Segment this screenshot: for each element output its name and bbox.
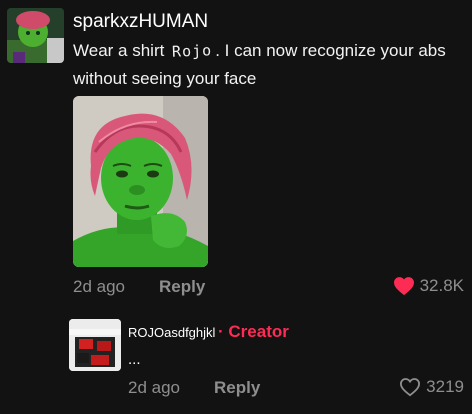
heart-filled-icon [393, 277, 414, 296]
like-count: 32.8K [419, 276, 464, 295]
reply-like-count: 3219 [426, 377, 464, 396]
comment-timestamp: 2d ago [73, 277, 125, 296]
reply-avatar[interactable] [69, 319, 121, 371]
handwritten-word: Rojo [171, 41, 213, 61]
comment-username[interactable]: sparkxzHUMAN [73, 11, 208, 33]
heart-outline-icon [400, 378, 421, 397]
comment-text-before: Wear a shirt [73, 41, 165, 60]
avatar-image [7, 8, 64, 63]
reply-like-button[interactable]: 3219 [399, 377, 464, 397]
avatar[interactable] [7, 8, 64, 63]
reply-avatar-image [69, 319, 121, 371]
reply-timestamp: 2d ago [128, 378, 180, 397]
reply-button[interactable]: Reply [159, 277, 205, 297]
creator-badge: · Creator [218, 322, 289, 342]
reply-username[interactable]: ROJOasdfghjkl [128, 325, 215, 340]
comment-text: Wear a shirt Rojo. I can now recognize y… [73, 37, 465, 92]
reply-reply-button[interactable]: Reply [214, 378, 260, 398]
reply-text: ... [128, 351, 141, 368]
photo-image [73, 96, 208, 267]
badge-label: Creator [228, 322, 289, 341]
like-button[interactable]: 32.8K [393, 276, 464, 296]
badge-separator: · [218, 322, 224, 341]
comment-photo[interactable] [73, 96, 208, 267]
